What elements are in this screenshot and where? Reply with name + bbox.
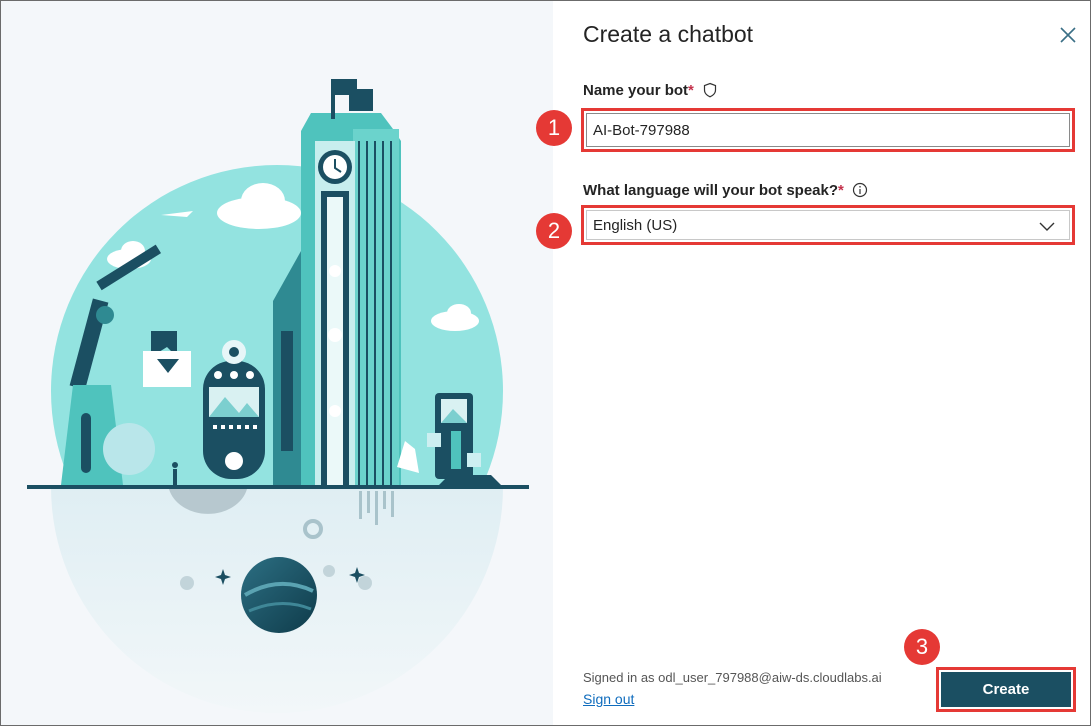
bot-name-label: Name your bot* bbox=[583, 82, 718, 99]
close-icon[interactable] bbox=[1058, 25, 1078, 45]
bot-language-select[interactable]: English (US) bbox=[586, 210, 1070, 240]
city-illustration bbox=[27, 79, 529, 713]
bot-language-label-text: What language will your bot speak? bbox=[583, 182, 839, 199]
form-panel: Create a chatbot Name your bot* 1 AI-Bot… bbox=[536, 1, 1090, 725]
bot-language-highlight: English (US) bbox=[581, 205, 1075, 245]
callout-badge-1: 1 bbox=[536, 110, 572, 146]
chevron-down-icon bbox=[1039, 222, 1055, 231]
callout-badge-3: 3 bbox=[904, 629, 940, 665]
shield-icon[interactable] bbox=[702, 82, 718, 98]
signed-in-text: Signed in as odl_user_797988@aiw-ds.clou… bbox=[583, 670, 882, 685]
callout-badge-2: 2 bbox=[536, 213, 572, 249]
illustration-panel bbox=[1, 1, 553, 725]
bot-name-input[interactable]: AI-Bot-797988 bbox=[586, 113, 1070, 147]
bot-language-value: English (US) bbox=[593, 216, 678, 234]
info-icon[interactable] bbox=[852, 182, 868, 198]
create-button[interactable]: Create bbox=[941, 672, 1071, 707]
create-highlight: Create bbox=[936, 667, 1076, 712]
bot-language-label: What language will your bot speak?* bbox=[583, 182, 868, 199]
required-marker: * bbox=[838, 182, 844, 199]
dialog-title: Create a chatbot bbox=[583, 21, 754, 47]
sign-out-link[interactable]: Sign out bbox=[583, 691, 634, 707]
bot-name-value: AI-Bot-797988 bbox=[593, 121, 690, 139]
create-chatbot-dialog: Create a chatbot Name your bot* 1 AI-Bot… bbox=[0, 0, 1091, 726]
bot-name-highlight: AI-Bot-797988 bbox=[581, 108, 1075, 152]
required-marker: * bbox=[688, 82, 694, 99]
bot-name-label-text: Name your bot bbox=[583, 82, 689, 99]
